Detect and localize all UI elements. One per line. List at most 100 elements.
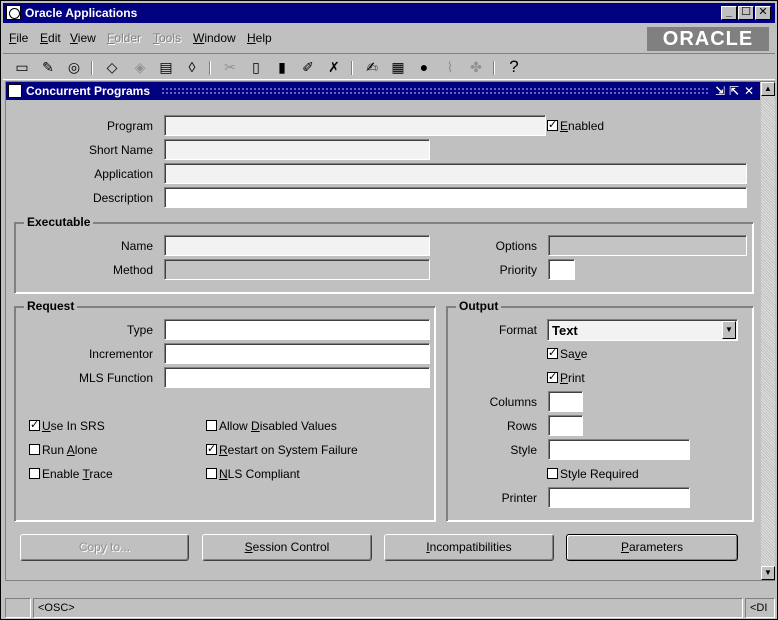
columns-field[interactable] bbox=[548, 391, 583, 412]
run-alone-box[interactable] bbox=[29, 444, 40, 455]
rows-label: Rows bbox=[506, 419, 537, 433]
mls-function-label: MLS Function bbox=[78, 371, 153, 385]
zoom-icon[interactable]: ▦ bbox=[389, 59, 407, 75]
titlebar-pattern bbox=[161, 87, 709, 95]
style-field[interactable] bbox=[548, 439, 690, 460]
print-icon[interactable]: ◈ bbox=[131, 59, 149, 75]
scroll-down-icon[interactable]: ▼ bbox=[761, 566, 775, 580]
nls-compliant-box[interactable] bbox=[206, 468, 217, 479]
find-icon[interactable]: ✎ bbox=[39, 59, 57, 75]
program-label: Program bbox=[106, 119, 153, 133]
description-field[interactable] bbox=[164, 187, 747, 208]
print-box[interactable] bbox=[547, 370, 558, 383]
status-message: <OSC> bbox=[33, 598, 743, 618]
application-field[interactable] bbox=[164, 163, 747, 184]
chevron-down-icon[interactable]: ▼ bbox=[722, 321, 736, 339]
method-field[interactable] bbox=[164, 259, 430, 280]
close-button[interactable]: ✕ bbox=[755, 6, 771, 20]
format-select[interactable]: Text ▼ bbox=[547, 319, 738, 341]
save-checkbox[interactable]: Save bbox=[547, 346, 587, 361]
executable-name-label: Name bbox=[120, 239, 153, 253]
navigator-icon[interactable]: ◎ bbox=[65, 59, 83, 75]
vertical-scrollbar[interactable]: ▲ ▼ bbox=[761, 82, 775, 580]
paste-icon[interactable]: ▮ bbox=[273, 59, 291, 75]
executable-name-field[interactable] bbox=[164, 235, 430, 256]
close-form-icon[interactable]: ▤ bbox=[157, 59, 175, 75]
incrementor-field[interactable] bbox=[164, 343, 430, 364]
use-in-srs-box[interactable] bbox=[29, 418, 40, 431]
priority-field[interactable] bbox=[548, 259, 575, 280]
type-field[interactable] bbox=[164, 319, 430, 340]
edit-field-icon[interactable]: ✍ bbox=[363, 59, 381, 75]
options-field[interactable] bbox=[548, 235, 747, 256]
incrementor-label: Incrementor bbox=[88, 347, 153, 361]
menu-view[interactable]: View bbox=[70, 31, 96, 45]
menu-help[interactable]: Help bbox=[247, 31, 272, 45]
menu-window[interactable]: Window bbox=[193, 31, 236, 45]
allow-disabled-values-box[interactable] bbox=[206, 420, 217, 431]
form-title: Concurrent Programs bbox=[26, 84, 151, 98]
cut-icon[interactable]: ✂ bbox=[221, 59, 239, 75]
session-control-button[interactable]: Session Control bbox=[202, 534, 372, 561]
scroll-up-icon[interactable]: ▲ bbox=[761, 82, 775, 96]
request-group-title: Request bbox=[24, 299, 78, 313]
parameters-button[interactable]: Parameters bbox=[566, 534, 738, 561]
copy-icon[interactable]: ▯ bbox=[247, 59, 265, 75]
mls-function-field[interactable] bbox=[164, 367, 430, 388]
use-in-srs-checkbox[interactable]: Use In SRS bbox=[29, 418, 105, 433]
delete-record-icon[interactable]: ✗ bbox=[325, 59, 343, 75]
attachments-icon[interactable]: ⌇ bbox=[441, 59, 459, 75]
rows-field[interactable] bbox=[548, 415, 583, 436]
executable-group-title: Executable bbox=[24, 215, 94, 229]
print-checkbox[interactable]: Print bbox=[547, 370, 585, 385]
translations-icon[interactable]: ● bbox=[415, 59, 433, 75]
form-menu-icon[interactable] bbox=[8, 84, 22, 98]
folder-tools-icon[interactable]: ✤ bbox=[467, 59, 485, 75]
clear-record-icon[interactable]: ✐ bbox=[299, 59, 317, 75]
enable-trace-box[interactable] bbox=[29, 468, 40, 479]
printer-field[interactable] bbox=[548, 487, 690, 508]
printer-label: Printer bbox=[501, 491, 537, 505]
toolbar-separator bbox=[493, 61, 495, 75]
enabled-checkbox-box[interactable] bbox=[547, 118, 558, 131]
clear-form-icon[interactable]: ◊ bbox=[183, 59, 201, 75]
enabled-checkbox[interactable]: Enabled bbox=[547, 118, 604, 133]
menu-file[interactable]: File bbox=[9, 31, 28, 45]
minimize-form-icon[interactable]: ⇲ bbox=[714, 84, 726, 98]
minimize-button[interactable]: _ bbox=[721, 6, 737, 20]
short-name-field[interactable] bbox=[164, 139, 430, 160]
oracle-applications-window: Oracle Applications _ ☐ ✕ File Edit View… bbox=[0, 0, 778, 620]
maximize-button[interactable]: ☐ bbox=[738, 6, 754, 20]
run-alone-checkbox[interactable]: Run Alone bbox=[29, 443, 97, 457]
new-record-icon[interactable]: ▭ bbox=[13, 59, 31, 75]
system-menu-icon[interactable] bbox=[6, 5, 21, 20]
menu-tools[interactable]: Tools bbox=[153, 31, 181, 45]
save-icon[interactable]: ◇ bbox=[103, 59, 121, 75]
close-form-button[interactable]: ✕ bbox=[743, 84, 755, 98]
status-mode: <DI bbox=[745, 598, 775, 618]
maximize-form-icon[interactable]: ⇱ bbox=[728, 84, 740, 98]
allow-disabled-values-checkbox[interactable]: Allow Disabled Values bbox=[206, 419, 337, 433]
concurrent-programs-window: Concurrent Programs ⇲ ⇱ ✕ ▲ ▼ Program En… bbox=[5, 81, 775, 581]
toolbar: ▭ ✎ ◎ ◇ ◈ ▤ ◊ ✂ ▯ ▮ ✐ ✗ ✍ ▦ ● ⌇ ✤ ? bbox=[3, 53, 775, 80]
restart-on-failure-checkbox[interactable]: Restart on System Failure bbox=[206, 442, 358, 457]
short-name-label: Short Name bbox=[88, 143, 153, 157]
help-icon[interactable]: ? bbox=[505, 58, 523, 75]
incompatibilities-button[interactable]: Incompatibilities bbox=[384, 534, 554, 561]
menu-bar: File Edit View Folder Tools Window Help … bbox=[3, 25, 775, 51]
menu-folder[interactable]: Folder bbox=[107, 31, 141, 45]
copy-to-button[interactable]: Copy to... bbox=[20, 534, 189, 561]
save-box[interactable] bbox=[547, 346, 558, 359]
options-label: Options bbox=[495, 239, 537, 253]
form-titlebar: Concurrent Programs ⇲ ⇱ ✕ bbox=[6, 82, 760, 100]
format-value: Text bbox=[552, 323, 578, 338]
nls-compliant-checkbox[interactable]: NLS Compliant bbox=[206, 467, 300, 481]
oracle-logo: ORACLE bbox=[647, 27, 769, 51]
enable-trace-checkbox[interactable]: Enable Trace bbox=[29, 467, 113, 481]
style-required-checkbox[interactable]: Style Required bbox=[547, 467, 639, 481]
program-field[interactable] bbox=[164, 115, 546, 136]
menu-edit[interactable]: Edit bbox=[40, 31, 61, 45]
description-label: Description bbox=[92, 191, 153, 205]
restart-on-failure-box[interactable] bbox=[206, 442, 217, 455]
style-required-box[interactable] bbox=[547, 468, 558, 479]
